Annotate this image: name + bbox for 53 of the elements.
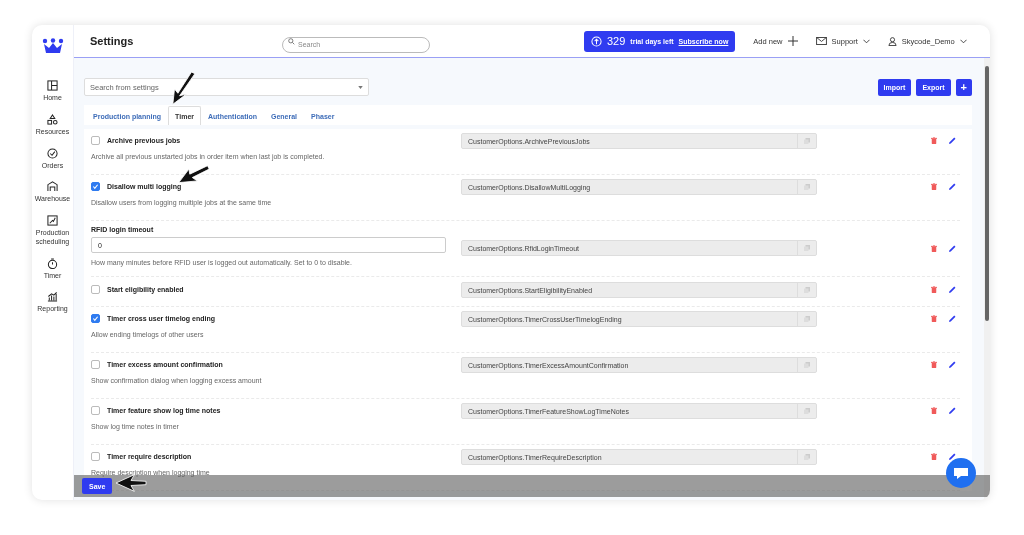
pencil-icon[interactable] xyxy=(949,314,956,322)
checkbox[interactable] xyxy=(91,405,100,415)
checkbox[interactable] xyxy=(91,359,100,369)
checkbox[interactable] xyxy=(91,135,100,145)
shapes-icon xyxy=(47,113,58,125)
trial-days-count: 329 xyxy=(607,35,626,47)
trash-icon[interactable] xyxy=(931,285,937,293)
chat-bubble-button[interactable] xyxy=(946,458,976,488)
copy-icon xyxy=(804,362,810,368)
pointer-arrow xyxy=(176,164,212,186)
chevron-down-icon xyxy=(862,38,870,44)
trash-icon[interactable] xyxy=(931,406,937,414)
layout-icon xyxy=(47,80,58,91)
trash-icon[interactable] xyxy=(931,314,937,322)
copy-icon xyxy=(804,316,810,322)
checkbox[interactable] xyxy=(91,313,100,323)
user-icon xyxy=(887,36,897,46)
pencil-icon[interactable] xyxy=(949,452,956,460)
upload-circle-icon xyxy=(591,35,602,47)
search-icon xyxy=(288,37,295,45)
bar-chart-icon xyxy=(47,291,58,303)
envelope-icon xyxy=(815,37,827,45)
pencil-icon[interactable] xyxy=(949,285,956,293)
pencil-icon[interactable] xyxy=(949,136,956,144)
chevron-down-icon xyxy=(959,38,967,44)
copy-icon xyxy=(804,454,810,460)
scrollbar[interactable] xyxy=(984,58,990,500)
trash-icon[interactable] xyxy=(931,360,937,368)
copy-icon xyxy=(804,138,810,144)
trash-icon[interactable] xyxy=(931,452,937,460)
check-circle-icon xyxy=(47,147,58,159)
pencil-icon[interactable] xyxy=(949,360,956,368)
pencil-icon[interactable] xyxy=(949,182,956,190)
add-button[interactable]: + xyxy=(955,78,972,96)
pencil-icon[interactable] xyxy=(949,406,956,414)
trash-icon[interactable] xyxy=(931,244,937,252)
checkbox[interactable] xyxy=(91,284,100,294)
checkbox[interactable] xyxy=(91,181,100,191)
trash-icon[interactable] xyxy=(931,136,937,144)
warehouse-icon xyxy=(47,181,58,193)
copy-icon xyxy=(804,287,810,293)
copy-icon xyxy=(804,408,810,414)
crown-logo-icon[interactable] xyxy=(41,38,64,54)
chart-square-icon xyxy=(47,215,58,226)
plus-icon xyxy=(787,36,798,46)
copy-icon xyxy=(804,245,810,251)
page-title: Settings xyxy=(90,35,135,47)
trash-icon[interactable] xyxy=(931,182,937,190)
copy-icon xyxy=(804,184,810,190)
dropdown-caret-icon xyxy=(358,85,363,89)
checkbox[interactable] xyxy=(91,451,100,461)
pencil-icon[interactable] xyxy=(949,244,956,252)
stopwatch-icon xyxy=(47,257,58,269)
